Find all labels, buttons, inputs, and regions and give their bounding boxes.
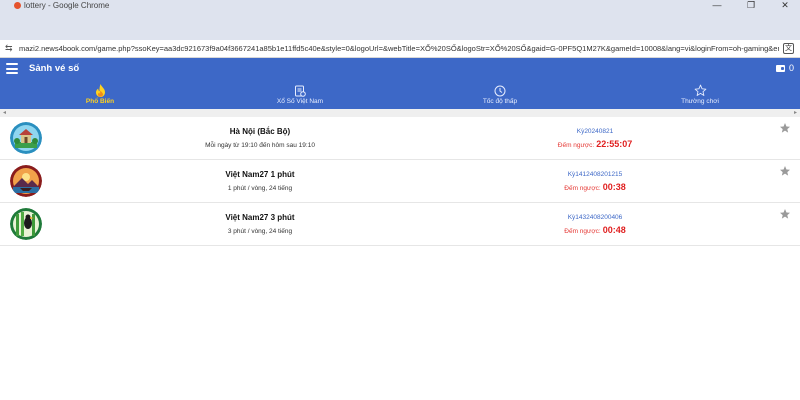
tab-low-speed[interactable]: Tốc độ thấp [400,80,600,109]
window-title: lottery - Google Chrome [14,1,109,10]
scroll-right-icon[interactable]: ▸ [794,109,797,116]
countdown-label: Đếm ngược: [564,185,601,192]
tab-popular[interactable]: Phổ Biến [0,80,200,109]
lottery-logo-icon [10,208,42,240]
page-title: Sảnh vé số [29,63,80,74]
tab-label: Tốc độ thấp [482,98,518,105]
window-title-text: lottery - Google Chrome [24,1,110,10]
tab-label: Xổ Số Việt Nam [276,98,324,105]
site-info-icon[interactable]: ⇆ [5,43,13,54]
tab-scroll-strip[interactable]: ◂ ▸ [0,109,800,117]
lottery-name: Việt Nam27 3 phút [225,213,295,222]
browser-titlebar: lottery - Google Chrome — ❐ ✕ [0,0,800,40]
star-icon [694,84,706,96]
lottery-countdown: Đếm ngược: 00:48 [500,225,690,235]
tab-favicon-icon [14,2,21,9]
lottery-schedule: 3 phút / vòng, 24 tiếng [227,228,293,235]
lottery-period: Kỳ1432408200406 [567,214,623,221]
clock-icon [494,85,506,96]
lottery-list: Hà Nội (Bắc Bộ) Mỗi ngày từ 19:10 đến hô… [0,117,800,246]
tab-label: Thường chơi [681,98,719,105]
fire-icon [95,84,105,97]
lottery-row-vietnam27-1min[interactable]: Việt Nam27 1 phút 1 phút / vòng, 24 tiến… [0,160,800,203]
wallet-icon [775,64,785,72]
scroll-left-icon[interactable]: ◂ [3,109,6,116]
ticket-icon [295,85,306,97]
lottery-countdown: Đếm ngược: 00:38 [500,182,690,192]
lottery-row-hanoi[interactable]: Hà Nội (Bắc Bộ) Mỗi ngày từ 19:10 đến hô… [0,117,800,160]
favorite-star-icon[interactable] [779,122,791,134]
lottery-period: Kỳ20240821 [576,128,614,135]
lottery-logo-icon [10,165,42,197]
balance-display[interactable]: 0 [775,63,794,73]
countdown-value: 22:55:07 [596,139,633,149]
countdown-label: Đếm ngược: [557,142,595,149]
url-text[interactable]: mazi2.news4book.com/game.php?ssoKey=aa3d… [19,44,779,53]
lottery-row-vietnam27-3min[interactable]: Việt Nam27 3 phút 3 phút / vòng, 24 tiến… [0,203,800,246]
tab-favorites[interactable]: Thường chơi [600,80,800,109]
hamburger-menu-icon[interactable] [6,63,18,74]
balance-value: 0 [788,63,794,73]
lottery-name: Hà Nội (Bắc Bộ) [229,127,291,136]
favorite-star-icon[interactable] [779,165,791,177]
translate-icon[interactable]: 文 [783,43,794,54]
lottery-name: Việt Nam27 1 phút [225,170,295,179]
countdown-value: 00:38 [602,182,626,192]
lottery-period: Kỳ1412408201215 [567,171,623,178]
address-bar[interactable]: ⇆ mazi2.news4book.com/game.php?ssoKey=aa… [0,40,800,58]
lottery-countdown: Đếm ngược: 22:55:07 [500,139,690,149]
lottery-schedule: Mỗi ngày từ 19:10 đến hôm sau 19:10 [205,142,315,149]
category-tabs: Phổ Biến Xổ Số Việt Nam Tốc độ thấp Thườ… [0,80,800,109]
countdown-label: Đếm ngược: [564,228,601,235]
countdown-value: 00:48 [602,225,626,235]
favorite-star-icon[interactable] [779,208,791,220]
lottery-logo-icon [10,122,42,154]
minimize-icon[interactable]: — [710,0,724,11]
app-header: Sảnh vé số 0 [0,58,800,80]
lottery-schedule: 1 phút / vòng, 24 tiếng [227,185,293,192]
tab-label: Phổ Biến [85,98,115,105]
maximize-icon[interactable]: ❐ [744,0,758,11]
tab-vietnam-lottery[interactable]: Xổ Số Việt Nam [200,80,400,109]
close-icon[interactable]: ✕ [778,0,792,11]
window-controls: — ❐ ✕ [710,0,792,11]
